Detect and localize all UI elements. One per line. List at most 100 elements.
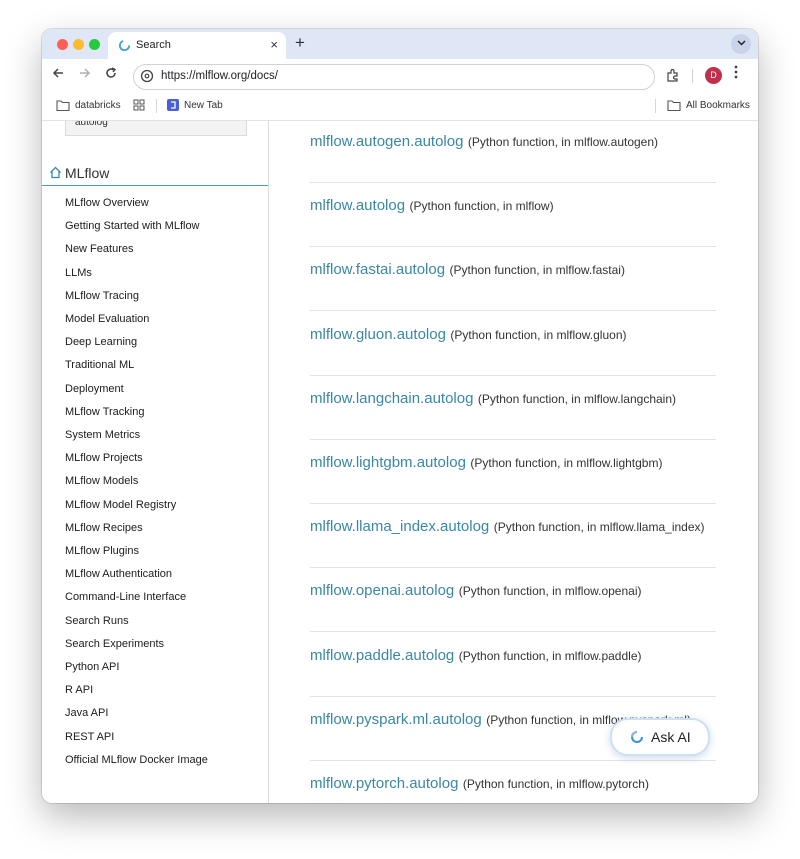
reload-button[interactable] bbox=[105, 66, 117, 84]
sidebar-nav-item[interactable]: System Metrics bbox=[65, 428, 140, 442]
back-button[interactable] bbox=[52, 66, 64, 84]
search-result-link[interactable]: mlflow.gluon.autolog bbox=[310, 326, 446, 343]
search-result-row: mlflow.lightgbm.autolog (Python function… bbox=[310, 439, 716, 504]
chevron-down-icon bbox=[736, 40, 746, 46]
search-result-description: (Python function, in mlflow.paddle) bbox=[458, 648, 642, 663]
ask-ai-button[interactable]: Ask AI bbox=[610, 718, 710, 756]
sidebar-nav-item[interactable]: Search Runs bbox=[65, 614, 129, 628]
all-bookmarks-button[interactable]: All Bookmarks bbox=[686, 99, 750, 112]
search-result-row: mlflow.gluon.autolog (Python function, i… bbox=[310, 311, 716, 376]
browser-menu-button[interactable] bbox=[734, 65, 738, 85]
tab-search-button[interactable] bbox=[731, 34, 751, 54]
url-text[interactable]: https://mlflow.org/docs/ bbox=[161, 70, 278, 82]
search-result-snippet: autolog bbox=[75, 121, 108, 128]
search-result-line: mlflow.pytorch.autolog (Python function,… bbox=[310, 775, 649, 793]
search-result-row: mlflow.langchain.autolog (Python functio… bbox=[310, 375, 716, 440]
sidebar-nav-item[interactable]: Java API bbox=[65, 706, 108, 720]
search-result-link[interactable]: mlflow.autolog bbox=[310, 197, 405, 214]
loading-spinner-icon bbox=[118, 39, 131, 52]
spinner-icon bbox=[631, 731, 643, 743]
forward-button[interactable] bbox=[79, 66, 91, 84]
search-result-link[interactable]: mlflow.fastai.autolog bbox=[310, 261, 445, 278]
sidebar-nav-item[interactable]: Deep Learning bbox=[65, 335, 137, 349]
search-result-link[interactable]: mlflow.pyspark.ml.autolog bbox=[310, 711, 482, 728]
search-result-link[interactable]: mlflow.openai.autolog bbox=[310, 582, 454, 599]
search-result-link[interactable]: mlflow.autogen.autolog bbox=[310, 133, 463, 150]
tab-title: Search bbox=[136, 39, 171, 51]
docs-sidebar: autolog MLflow MLflow Overview Getting St… bbox=[42, 121, 269, 803]
browser-window: Search × + https://mlflow.org/docs/ D da… bbox=[42, 29, 758, 803]
search-result-line: mlflow.autolog (Python function, in mlfl… bbox=[310, 197, 554, 215]
search-result-link[interactable]: mlflow.llama_index.autolog bbox=[310, 518, 489, 535]
browser-toolbar: https://mlflow.org/docs/ D bbox=[42, 59, 758, 93]
search-results: mlflow.autogen.autolog (Python function,… bbox=[269, 121, 758, 803]
search-result-row: mlflow.autolog (Python function, in mlfl… bbox=[310, 182, 716, 248]
sidebar-nav-item[interactable]: Python API bbox=[65, 660, 119, 674]
search-result-line: mlflow.openai.autolog (Python function, … bbox=[310, 582, 641, 600]
bookmark-new-tab[interactable]: New Tab bbox=[184, 99, 223, 112]
sidebar-nav-item[interactable]: Deployment bbox=[65, 382, 124, 396]
home-icon bbox=[50, 166, 61, 179]
search-result-line: mlflow.langchain.autolog (Python functio… bbox=[310, 390, 676, 408]
sidebar-nav-item[interactable]: MLflow Tracking bbox=[65, 405, 144, 419]
search-result-row: mlflow.autogen.autolog (Python function,… bbox=[310, 121, 716, 183]
sidebar-nav-item[interactable]: MLflow Authentication bbox=[65, 567, 172, 581]
search-result-link[interactable]: mlflow.paddle.autolog bbox=[310, 647, 454, 664]
sidebar-nav-item[interactable]: Model Evaluation bbox=[65, 312, 149, 326]
site-info-icon[interactable] bbox=[140, 69, 154, 83]
search-result-line: mlflow.paddle.autolog (Python function, … bbox=[310, 647, 641, 665]
sidebar-nav-item[interactable]: MLflow Model Registry bbox=[65, 498, 176, 512]
search-result-description: (Python function, in mlflow.pytorch) bbox=[462, 777, 649, 791]
sidebar-nav-item[interactable]: Traditional ML bbox=[65, 358, 134, 372]
profile-avatar[interactable]: D bbox=[705, 67, 722, 84]
address-bar[interactable]: https://mlflow.org/docs/ bbox=[133, 64, 655, 90]
sidebar-search-result[interactable]: autolog bbox=[65, 121, 247, 136]
sidebar-nav-item[interactable]: MLflow Plugins bbox=[65, 544, 139, 558]
bookmark-divider bbox=[156, 99, 157, 113]
sidebar-nav-item[interactable]: MLflow Projects bbox=[65, 451, 143, 465]
sidebar-nav-item[interactable]: MLflow Recipes bbox=[65, 521, 143, 535]
sidebar-nav-item[interactable]: Getting Started with MLflow bbox=[65, 219, 200, 233]
search-result-line: mlflow.lightgbm.autolog (Python function… bbox=[310, 454, 662, 472]
search-result-line: mlflow.autogen.autolog (Python function,… bbox=[310, 133, 658, 151]
ask-ai-label[interactable]: Ask AI bbox=[651, 728, 691, 746]
sidebar-nav-item[interactable]: New Features bbox=[65, 242, 133, 256]
sidebar-nav-item[interactable]: Search Experiments bbox=[65, 637, 164, 651]
search-result-description: (Python function, in mlflow.gluon) bbox=[450, 327, 627, 342]
apps-grid-icon[interactable] bbox=[133, 99, 145, 111]
sidebar-section-title[interactable]: MLflow bbox=[65, 164, 109, 182]
bookmark-databricks[interactable]: databricks bbox=[75, 99, 121, 112]
bookmark-divider-right bbox=[655, 99, 656, 113]
sidebar-nav-item[interactable]: Official MLflow Docker Image bbox=[65, 753, 208, 767]
sidebar-section-underline bbox=[42, 185, 268, 186]
close-window-button[interactable] bbox=[57, 39, 68, 50]
sidebar-nav-item[interactable]: LLMs bbox=[65, 266, 92, 280]
sidebar-nav-item[interactable]: Command-Line Interface bbox=[65, 590, 186, 604]
sidebar-nav-item[interactable]: REST API bbox=[65, 730, 114, 744]
arrow-left-icon bbox=[52, 68, 63, 78]
search-result-description: (Python function, in mlflow.langchain) bbox=[477, 391, 677, 406]
search-result-line: mlflow.fastai.autolog (Python function, … bbox=[310, 261, 625, 279]
new-tab-button[interactable]: + bbox=[295, 33, 305, 53]
tab-search[interactable]: Search × bbox=[108, 32, 286, 59]
search-result-description: (Python function, in mlflow.fastai) bbox=[449, 263, 625, 278]
search-result-description: (Python function, in mlflow.llama_index) bbox=[493, 520, 705, 535]
extensions-icon[interactable] bbox=[666, 68, 680, 82]
sidebar-nav-item[interactable]: MLflow Overview bbox=[65, 196, 149, 210]
bookmarks-bar: databricks New Tab All Bookmarks bbox=[42, 93, 758, 121]
sidebar-nav-item[interactable]: MLflow Models bbox=[65, 474, 138, 488]
arrow-right-icon bbox=[80, 68, 91, 78]
reload-icon bbox=[106, 67, 117, 78]
minimize-window-button[interactable] bbox=[73, 39, 84, 50]
search-result-link[interactable]: mlflow.lightgbm.autolog bbox=[310, 454, 466, 471]
search-result-link[interactable]: mlflow.langchain.autolog bbox=[310, 390, 473, 407]
search-result-description: (Python function, in mlflow.openai) bbox=[458, 584, 642, 599]
search-result-row: mlflow.llama_index.autolog (Python funct… bbox=[310, 503, 716, 569]
tab-close-button[interactable]: × bbox=[270, 37, 278, 53]
search-result-row: mlflow.fastai.autolog (Python function, … bbox=[310, 246, 716, 312]
sidebar-nav-item[interactable]: MLflow Tracing bbox=[65, 289, 139, 303]
sidebar-nav-item[interactable]: R API bbox=[65, 683, 93, 697]
maximize-window-button[interactable] bbox=[89, 39, 100, 50]
search-result-link[interactable]: mlflow.pytorch.autolog bbox=[310, 775, 458, 792]
new-tab-favicon-icon bbox=[167, 99, 179, 111]
